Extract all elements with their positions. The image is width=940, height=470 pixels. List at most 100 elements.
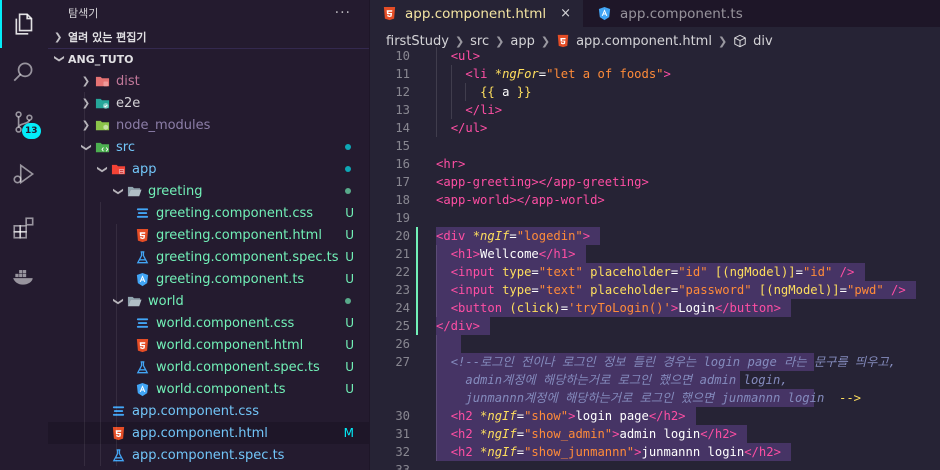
folder-dist[interactable]: ❯ dist xyxy=(48,70,370,92)
file-world-component-html[interactable]: world.component.html U xyxy=(48,334,370,356)
code-line: 18 <app-world></app-world> xyxy=(370,191,940,209)
file-greeting-component-spec-ts[interactable]: greeting.component.spec.ts U xyxy=(48,246,370,268)
code-token: = xyxy=(795,265,803,279)
line-number: 20 xyxy=(395,229,410,243)
extensions-icon[interactable] xyxy=(0,204,48,252)
code-text: <app-world></app-world> xyxy=(436,191,605,209)
file-world-component-ts[interactable]: world.component.ts U xyxy=(48,378,370,400)
project-section[interactable]: ❯ ANG_TUTO xyxy=(48,48,369,70)
code-token: [(ngModel)] xyxy=(714,265,796,279)
folder-src-icon xyxy=(94,139,110,155)
code-text: <h2 *ngIf="show">login page</h2> xyxy=(451,407,686,425)
run-debug-icon[interactable] xyxy=(0,150,48,198)
line-number: 17 xyxy=(395,175,410,189)
folder-open-icon xyxy=(126,183,142,199)
file-tree: ❯ dist ❯ e2e ❯ node_modules ❯ src ❯ app ❯ greeting g… xyxy=(48,70,370,466)
file-world-component-spec-ts[interactable]: world.component.spec.ts U xyxy=(48,356,370,378)
indent-guide xyxy=(436,83,437,101)
code-line: 12 {{ a }} xyxy=(370,83,940,101)
code-token: > xyxy=(663,67,671,81)
chevron-down-icon: ❯ xyxy=(53,54,65,63)
docker-icon[interactable] xyxy=(0,252,48,300)
git-added-marker xyxy=(416,281,418,299)
folder-src[interactable]: ❯ src xyxy=(48,136,370,158)
more-actions-icon[interactable]: ··· xyxy=(335,5,351,21)
folder-greeting[interactable]: ❯ greeting xyxy=(48,180,370,202)
test-file-icon xyxy=(134,249,150,265)
close-icon[interactable]: × xyxy=(560,6,571,21)
tab-label: app.component.html xyxy=(405,5,547,22)
tab-app-component-ts[interactable]: app.component.ts xyxy=(583,0,755,27)
editor-tabs: app.component.html × app.component.ts xyxy=(370,0,940,27)
line-number: 32 xyxy=(395,445,410,459)
chevron-down-icon: ❯ xyxy=(112,296,124,306)
code-token: </div> xyxy=(436,319,481,333)
tree-item-label: app.component.css xyxy=(132,403,259,419)
file-greeting-component-ts[interactable]: greeting.component.ts U xyxy=(48,268,370,290)
html-file-icon xyxy=(110,425,126,441)
line-number: 25 xyxy=(395,319,410,333)
file-greeting-component-html[interactable]: greeting.component.html U xyxy=(48,224,370,246)
project-label: ANG_TUTO xyxy=(68,53,134,66)
code-token: 'tryToLogin()' xyxy=(568,301,671,315)
code-token: <h1> xyxy=(450,247,481,261)
search-icon[interactable] xyxy=(0,48,48,96)
indent-guide xyxy=(436,245,437,263)
code-token: *ngIf xyxy=(480,445,517,459)
code-line: 22 <input type="text" placeholder="id" [(… xyxy=(370,263,940,281)
file-app-component-css[interactable]: app.component.css xyxy=(48,400,370,422)
code-line: 11 <li *ngFor="let a of foods"> xyxy=(370,65,940,83)
open-editors-label: 열려 있는 편집기 xyxy=(68,31,147,44)
git-added-marker xyxy=(416,245,418,263)
code-token: </h1> xyxy=(538,247,576,261)
indent-guide xyxy=(450,101,452,119)
indent-guide xyxy=(436,263,437,281)
file-app-component-html[interactable]: app.component.html M xyxy=(48,422,370,444)
folder-app[interactable]: ❯ app xyxy=(48,158,370,180)
source-control-icon[interactable]: 13 xyxy=(0,98,48,146)
tree-item-label: greeting.component.css xyxy=(156,205,314,221)
cube-icon xyxy=(733,34,753,48)
indent-guide xyxy=(450,83,452,101)
tree-item-label: world.component.ts xyxy=(156,381,286,397)
code-token: </li> xyxy=(465,103,503,117)
html-file-icon xyxy=(134,337,150,353)
code-token: /> xyxy=(891,283,906,297)
code-token: </h2> xyxy=(648,409,686,423)
git-added-marker xyxy=(416,317,418,335)
code-token: *ngIf xyxy=(472,229,510,243)
code-line: 10 <ul> xyxy=(370,47,940,65)
files-icon[interactable] xyxy=(0,0,48,48)
folder-e2e[interactable]: ❯ e2e xyxy=(48,92,370,114)
open-editors-section[interactable]: ❯ 열려 있는 편집기 xyxy=(48,26,369,48)
chevron-down-icon: ❯ xyxy=(112,186,124,196)
code-token: = xyxy=(509,229,517,243)
tab-app-component-html[interactable]: app.component.html × xyxy=(370,0,584,27)
chevron-right-icon: ❯ xyxy=(540,34,551,48)
file-app-component-spec-ts[interactable]: app.component.spec.ts xyxy=(48,444,370,466)
git-status-dot xyxy=(345,166,351,172)
tree-item-label: greeting.component.spec.ts xyxy=(156,249,339,265)
code-token: = xyxy=(531,265,539,279)
code-text: <li *ngFor="let a of foods"> xyxy=(465,65,670,83)
indent-guide xyxy=(436,335,437,353)
code-token: admin계정에 해당하는거로 로그인 했으면 admin login, xyxy=(450,373,788,387)
indent-guide xyxy=(436,281,437,299)
git-status-badge: U xyxy=(345,206,354,220)
code-token: </button> xyxy=(714,301,781,315)
code-token: admin login xyxy=(619,427,701,441)
indent-guide xyxy=(450,65,452,83)
indent-guide xyxy=(436,353,437,371)
git-status-dot xyxy=(345,144,351,150)
code-view[interactable]: 10 <ul> 11 <li *ngFor="let a of foods"> 12{{… xyxy=(370,47,940,470)
code-token: Wellcome xyxy=(480,247,539,261)
tree-item-label: node_modules xyxy=(116,117,211,133)
html-file-icon xyxy=(382,6,398,22)
file-greeting-component-css[interactable]: greeting.component.css U xyxy=(48,202,370,224)
line-number: 21 xyxy=(395,247,410,261)
file-world-component-css[interactable]: world.component.css U xyxy=(48,312,370,334)
code-token: <div xyxy=(436,229,473,243)
folder-node_modules[interactable]: ❯ node_modules xyxy=(48,114,370,136)
folder-world[interactable]: ❯ world xyxy=(48,290,370,312)
css-file-icon xyxy=(134,205,150,221)
